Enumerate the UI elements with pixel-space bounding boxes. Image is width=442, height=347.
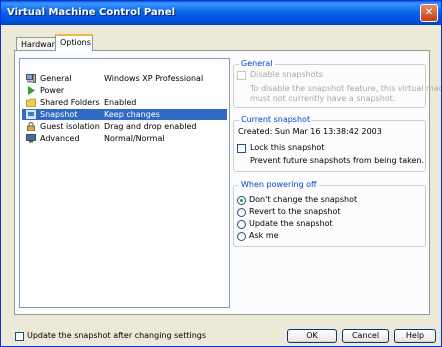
list-item-guest-isolation[interactable]: Guest isolation Drag and drop enabled (22, 121, 227, 132)
general-group-legend: General (239, 59, 275, 68)
list-item-value: Keep changes (104, 110, 160, 119)
tab-hardware[interactable]: Hardware (16, 37, 60, 51)
list-item-label: Snapshot (40, 110, 78, 119)
radio-revert-label: Revert to the snapshot (249, 207, 341, 216)
radio-ask-me[interactable] (237, 232, 246, 241)
disable-snapshots-checkbox[interactable] (237, 71, 246, 80)
lock-snapshot-label: Lock this snapshot (250, 143, 325, 152)
disable-snapshots-note-line2: must not currently have a snapshot. (250, 94, 396, 103)
list-item-label: Advanced (40, 134, 80, 143)
list-item-value: Drag and drop enabled (104, 122, 197, 131)
list-item-value: Windows XP Professional (104, 74, 204, 83)
close-button[interactable]: ✕ (420, 4, 438, 22)
radio-update-snapshot[interactable] (237, 220, 246, 229)
disable-snapshots-note-line1: To disable the snapshot feature, this vi… (250, 84, 442, 93)
radio-update-label: Update the snapshot (249, 219, 333, 228)
list-item-value: Enabled (104, 98, 137, 107)
close-icon: ✕ (424, 7, 434, 18)
powering-off-legend: When powering off (239, 180, 319, 189)
window-title: Virtual Machine Control Panel (7, 7, 175, 18)
list-item-label: General (40, 74, 72, 83)
ok-button[interactable]: OK (287, 329, 337, 343)
update-snapshot-after-changes-checkbox[interactable] (15, 332, 24, 341)
list-item-power[interactable]: Power (22, 85, 227, 96)
cancel-button[interactable]: Cancel (342, 329, 389, 343)
vm-control-panel-window: Virtual Machine Control Panel ✕ Hardware… (0, 0, 442, 347)
list-item-value: Normal/Normal (104, 134, 165, 143)
options-list[interactable]: General Windows XP Professional Power Sh… (19, 58, 230, 308)
radio-dont-change-snapshot[interactable] (237, 196, 246, 205)
folder-icon (26, 98, 36, 107)
radio-ask-me-label: Ask me (249, 231, 279, 240)
list-item-general[interactable]: General Windows XP Professional (22, 73, 227, 84)
list-item-shared-folders[interactable]: Shared Folders Enabled (22, 97, 227, 108)
update-snapshot-after-changes-label: Update the snapshot after changing setti… (27, 331, 207, 340)
title-bar[interactable]: Virtual Machine Control Panel ✕ (1, 1, 441, 25)
radio-dont-change-label: Don't change the snapshot (249, 195, 358, 204)
list-item-advanced[interactable]: Advanced Normal/Normal (22, 133, 227, 144)
disable-snapshots-label: Disable snapshots (250, 70, 323, 79)
snapshot-icon (26, 110, 36, 119)
list-item-snapshot[interactable]: Snapshot Keep changes (22, 109, 227, 120)
list-item-label: Guest isolation (40, 122, 100, 131)
list-item-label: Power (40, 86, 65, 95)
computer-icon (26, 74, 36, 83)
tab-options[interactable]: Options (55, 34, 93, 51)
snapshot-created-text: Created: Sun Mar 16 13:38:42 2003 (238, 127, 382, 136)
help-button[interactable]: Help (394, 329, 436, 343)
monitor-icon (26, 134, 36, 143)
lock-snapshot-checkbox[interactable] (237, 144, 246, 153)
play-icon (28, 86, 35, 95)
lock-icon (27, 122, 35, 131)
radio-revert-snapshot[interactable] (237, 208, 246, 217)
list-item-label: Shared Folders (40, 98, 100, 107)
current-snapshot-legend: Current snapshot (239, 115, 313, 124)
lock-snapshot-note: Prevent future snapshots from being take… (250, 156, 424, 165)
